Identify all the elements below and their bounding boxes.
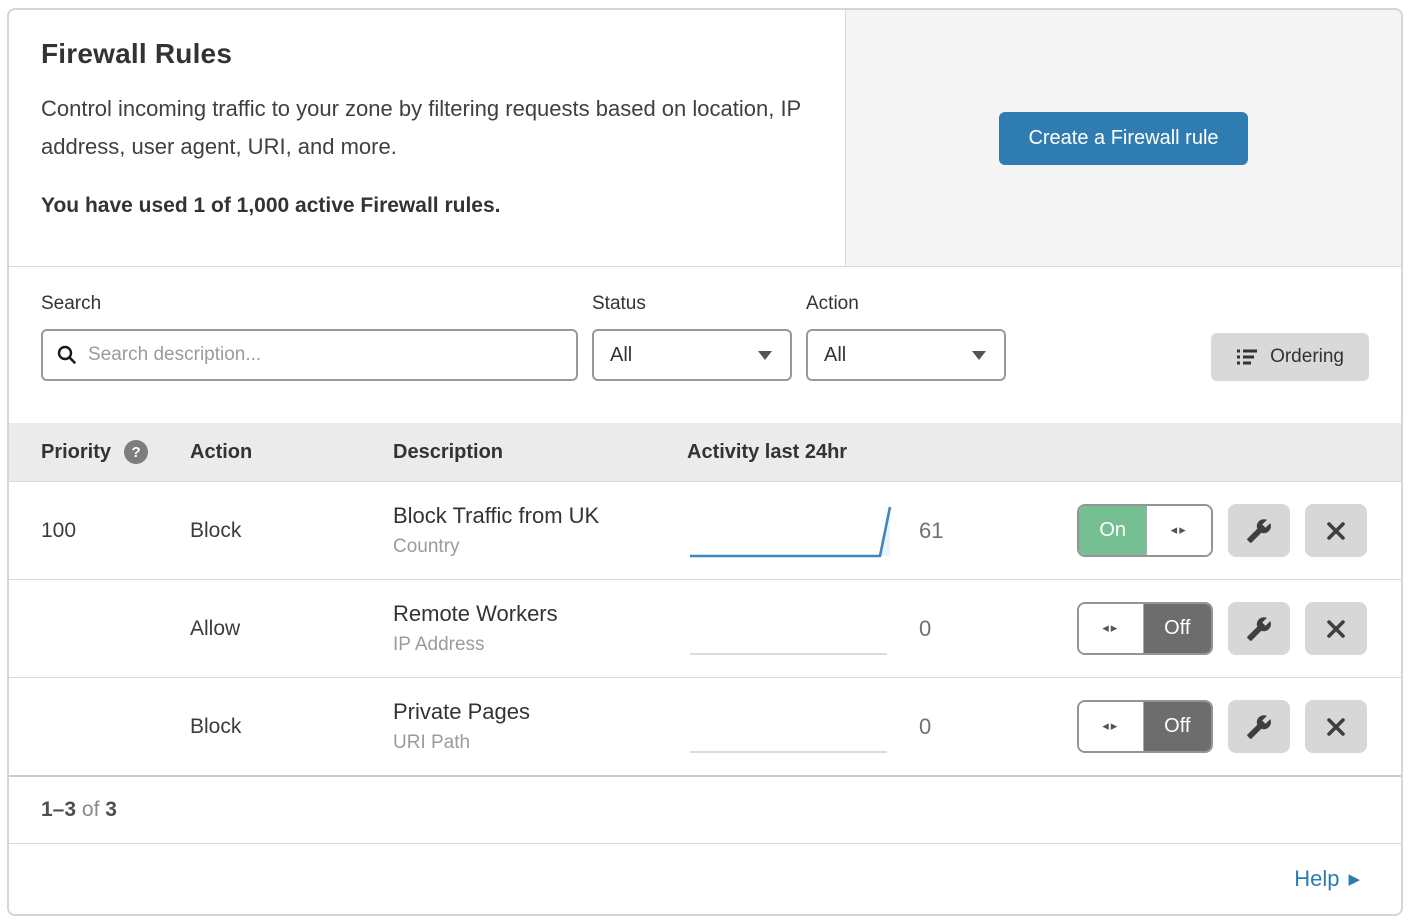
rule-type: IP Address <box>393 634 687 656</box>
wrench-icon <box>1246 518 1272 544</box>
close-icon <box>1324 715 1348 739</box>
status-select[interactable]: All <box>592 329 792 381</box>
rule-enabled-toggle[interactable]: On ◂▸ <box>1077 504 1213 557</box>
pagination-range: 1–3 <box>41 798 76 822</box>
rule-enabled-toggle[interactable]: Off ◂▸ <box>1077 602 1213 655</box>
page-title: Firewall Rules <box>41 38 813 70</box>
toggle-state-label: Off <box>1144 702 1211 751</box>
chevron-down-icon <box>758 351 772 360</box>
action-selected-value: All <box>824 344 846 367</box>
search-input[interactable] <box>88 344 564 366</box>
action-value: Allow <box>190 617 393 641</box>
filter-bar: Search Status All Action All <box>9 267 1401 423</box>
edit-rule-button[interactable] <box>1228 602 1290 655</box>
close-icon <box>1324 519 1348 543</box>
create-firewall-rule-button[interactable]: Create a Firewall rule <box>999 112 1247 165</box>
table-header: Priority ? Action Description Activity l… <box>9 423 1401 481</box>
toggle-handle-icon: ◂▸ <box>1079 604 1144 653</box>
wrench-icon <box>1246 714 1272 740</box>
close-icon <box>1324 617 1348 641</box>
search-group: Search <box>41 293 578 381</box>
rule-type: Country <box>393 536 687 558</box>
column-description: Description <box>393 441 687 464</box>
table-row: Block Private Pages URI Path 0 Off ◂▸ <box>9 677 1401 775</box>
rule-enabled-toggle[interactable]: Off ◂▸ <box>1077 700 1213 753</box>
edit-rule-button[interactable] <box>1228 504 1290 557</box>
delete-rule-button[interactable] <box>1305 700 1367 753</box>
help-bar: Help ▶ <box>9 843 1401 914</box>
usage-note: You have used 1 of 1,000 active Firewall… <box>41 194 813 218</box>
search-icon <box>55 343 79 367</box>
column-action: Action <box>190 441 393 464</box>
delete-rule-button[interactable] <box>1305 504 1367 557</box>
rule-description: Block Traffic from UK <box>393 503 687 529</box>
search-box <box>41 329 578 381</box>
toggle-state-label: On <box>1079 506 1146 555</box>
activity-count: 61 <box>919 518 969 544</box>
action-filter-group: Action All <box>806 293 1006 381</box>
table-row: 100 Block Block Traffic from UK Country … <box>9 481 1401 579</box>
toggle-state-label: Off <box>1144 604 1211 653</box>
activity-count: 0 <box>919 616 969 642</box>
help-link-label: Help <box>1294 866 1339 892</box>
header-section: Firewall Rules Control incoming traffic … <box>9 10 1401 267</box>
action-value: Block <box>190 519 393 543</box>
search-label: Search <box>41 293 578 315</box>
column-priority: Priority <box>41 441 111 464</box>
activity-count: 0 <box>919 714 969 740</box>
rule-description: Remote Workers <box>393 601 687 627</box>
rule-description: Private Pages <box>393 699 687 725</box>
priority-help-icon[interactable]: ? <box>124 440 148 464</box>
priority-value: 100 <box>9 519 190 543</box>
activity-sparkline <box>687 500 892 562</box>
header-text-block: Firewall Rules Control incoming traffic … <box>9 10 846 266</box>
list-ordering-icon <box>1236 346 1258 368</box>
ordering-button[interactable]: Ordering <box>1211 333 1369 381</box>
page-description: Control incoming traffic to your zone by… <box>41 90 811 166</box>
activity-sparkline <box>687 696 892 758</box>
create-rule-panel: Create a Firewall rule <box>846 10 1401 266</box>
pagination-total: 3 <box>105 798 117 822</box>
action-select[interactable]: All <box>806 329 1006 381</box>
action-value: Block <box>190 715 393 739</box>
help-link[interactable]: Help ▶ <box>1294 866 1360 892</box>
pagination-of-text: of <box>82 798 100 822</box>
status-selected-value: All <box>610 344 632 367</box>
delete-rule-button[interactable] <box>1305 602 1367 655</box>
toggle-handle-icon: ◂▸ <box>1146 506 1211 555</box>
chevron-down-icon <box>972 351 986 360</box>
ordering-button-label: Ordering <box>1270 346 1344 368</box>
status-label: Status <box>592 293 792 315</box>
firewall-rules-card: Firewall Rules Control incoming traffic … <box>7 8 1403 916</box>
pagination-bar: 1–3 of 3 <box>9 775 1401 843</box>
action-label: Action <box>806 293 1006 315</box>
rule-type: URI Path <box>393 732 687 754</box>
toggle-handle-icon: ◂▸ <box>1079 702 1144 751</box>
table-row: Allow Remote Workers IP Address 0 Off ◂▸ <box>9 579 1401 677</box>
column-activity: Activity last 24hr <box>687 441 1401 464</box>
edit-rule-button[interactable] <box>1228 700 1290 753</box>
status-filter-group: Status All <box>592 293 792 381</box>
arrow-right-icon: ▶ <box>1348 872 1360 887</box>
activity-sparkline <box>687 598 892 660</box>
wrench-icon <box>1246 616 1272 642</box>
